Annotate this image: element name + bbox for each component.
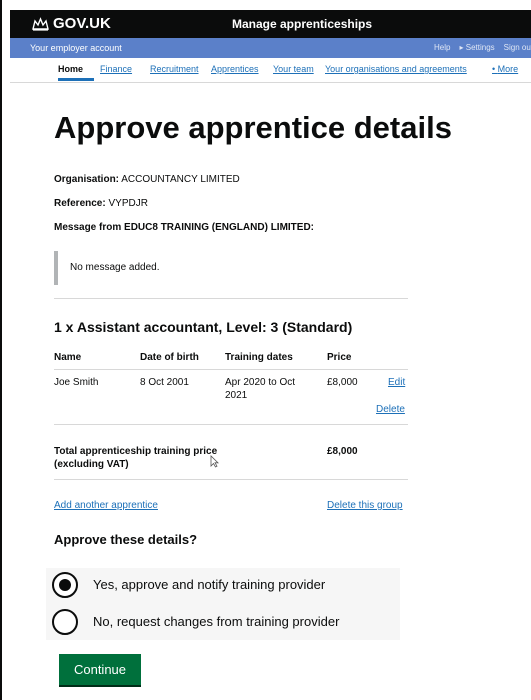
delete-group-link[interactable]: Delete this group <box>327 500 403 511</box>
message-inset-border <box>54 251 58 285</box>
edit-link[interactable]: Edit <box>388 377 405 388</box>
total-label-line2: (excluding VAT) <box>54 459 129 470</box>
column-header-dob: Date of birth <box>140 352 199 363</box>
crown-icon <box>32 16 49 31</box>
nav-item-your-team[interactable]: Your team <box>273 64 314 74</box>
approval-question: Approve these details? <box>54 532 198 547</box>
organisation-row: Organisation: ACCOUNTANCY LIMITED <box>54 174 240 185</box>
continue-button[interactable]: Continue <box>59 654 141 685</box>
govuk-logo[interactable]: GOV.UK <box>32 15 111 32</box>
radio-selected-dot <box>59 579 71 591</box>
nav-item-more[interactable]: • More <box>492 64 518 74</box>
active-nav-indicator <box>58 78 94 81</box>
cell-dob: 8 Oct 2001 <box>140 377 189 388</box>
main-nav: Home Finance Recruitment Apprentices You… <box>10 58 531 83</box>
column-header-training-dates: Training dates <box>225 352 293 363</box>
account-label: Your employer account <box>30 43 122 53</box>
nav-item-recruitment[interactable]: Recruitment <box>150 64 199 74</box>
page-title: Approve apprentice details <box>54 110 452 145</box>
table-header-divider <box>54 369 408 370</box>
reference-value: VYPDJR <box>108 198 148 209</box>
nav-item-apprentices[interactable]: Apprentices <box>211 64 259 74</box>
add-another-apprentice-link[interactable]: Add another apprentice <box>54 500 158 511</box>
window-edge <box>0 0 2 700</box>
total-label-line1: Total apprenticeship training price <box>54 446 218 457</box>
nav-item-home[interactable]: Home <box>58 64 83 74</box>
logo-text: GOV.UK <box>53 15 111 32</box>
cell-training-dates-line1: Apr 2020 to Oct <box>225 377 296 388</box>
utility-links: Help ▸ Settings Sign out <box>434 43 531 52</box>
organisation-value: ACCOUNTANCY LIMITED <box>121 174 240 185</box>
total-divider <box>54 479 408 480</box>
cell-name: Joe Smith <box>54 377 99 388</box>
organisation-label: Organisation: <box>54 174 120 185</box>
nav-item-organisations[interactable]: Your organisations and agreements <box>325 64 467 74</box>
govuk-header: GOV.UK Manage apprenticeships <box>10 10 531 38</box>
radio-approve[interactable] <box>52 572 78 598</box>
radio-approve-label[interactable]: Yes, approve and notify training provide… <box>93 577 325 592</box>
message-text: No message added. <box>70 262 160 273</box>
column-header-price: Price <box>327 352 352 363</box>
mouse-cursor-icon <box>210 455 219 468</box>
section-divider <box>54 298 408 299</box>
sign-out-link[interactable]: Sign out <box>504 43 531 52</box>
column-header-name: Name <box>54 352 82 363</box>
cell-price: £8,000 <box>327 377 358 388</box>
radio-request-changes[interactable] <box>52 609 78 635</box>
group-heading: 1 x Assistant accountant, Level: 3 (Stan… <box>54 319 353 335</box>
table-row-divider <box>54 424 408 425</box>
help-link[interactable]: Help <box>434 43 450 52</box>
settings-link[interactable]: ▸ Settings <box>459 43 494 52</box>
account-bar: Your employer account Help ▸ Settings Si… <box>10 38 531 58</box>
reference-label: Reference: <box>54 198 106 209</box>
nav-item-finance[interactable]: Finance <box>100 64 132 74</box>
total-value: £8,000 <box>327 446 358 457</box>
service-name[interactable]: Manage apprenticeships <box>232 17 372 31</box>
delete-link[interactable]: Delete <box>376 404 405 415</box>
message-heading: Message from EDUC8 TRAINING (ENGLAND) LI… <box>54 222 315 233</box>
cell-training-dates-line2: 2021 <box>225 390 248 401</box>
radio-request-changes-label[interactable]: No, request changes from training provid… <box>93 614 339 629</box>
reference-row: Reference: VYPDJR <box>54 198 148 209</box>
